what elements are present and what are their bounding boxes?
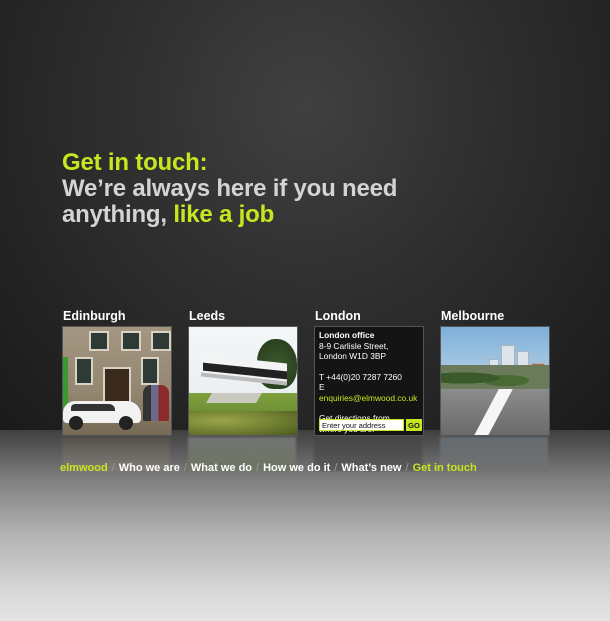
go-button[interactable]: GO — [406, 419, 422, 431]
nav-separator: / — [183, 462, 187, 474]
city-leeds: Leeds — [188, 309, 298, 471]
city-melbourne: Melbourne — [440, 309, 550, 471]
address-input[interactable] — [319, 419, 404, 431]
nav-separator: / — [405, 462, 409, 474]
city-edinburgh: Edinburgh — [62, 309, 172, 471]
city-london: London London office 8-9 Carlisle Street… — [314, 309, 424, 471]
edinburgh-office-photo[interactable] — [62, 326, 172, 436]
directions-form: GO — [319, 419, 422, 431]
city-title-london: London — [315, 309, 361, 323]
nav-separator: / — [256, 462, 260, 474]
headline-line-3-highlight: like a job — [173, 201, 275, 228]
london-office-card: London office 8-9 Carlisle Street, Londo… — [314, 326, 424, 436]
london-email-row: E enquiries@elmwood.co.uk — [319, 382, 420, 403]
london-address-line-1: 8-9 Carlisle Street, — [319, 340, 389, 351]
london-email-link[interactable]: enquiries@elmwood.co.uk — [319, 393, 417, 403]
nav-link-who-we-are[interactable]: Who we are — [119, 462, 180, 474]
nav-link-how-we-do-it[interactable]: How we do it — [263, 462, 330, 474]
headline-line-3-prefix: anything, — [62, 201, 174, 228]
nav-separator: / — [334, 462, 338, 474]
london-address-line-2: London W1D 3BP — [319, 351, 387, 361]
nav-separator: / — [111, 462, 115, 474]
city-title-melbourne: Melbourne — [441, 309, 505, 323]
london-office-title: London office — [319, 330, 375, 340]
leeds-office-photo[interactable] — [188, 326, 298, 436]
nav-link-get-in-touch[interactable]: Get in touch — [413, 462, 477, 474]
london-email-prefix: E — [319, 382, 325, 392]
city-title-leeds: Leeds — [189, 309, 226, 323]
london-phone: T +44(0)20 7287 7260 — [319, 371, 402, 382]
nav-link-what-we-do[interactable]: What we do — [191, 462, 252, 474]
headline-line-2: We’re always here if you need — [62, 175, 398, 202]
page-headline: Get in touch: We’re always here if you n… — [62, 150, 397, 228]
footer-nav: elmwood / Who we are / What we do / How we do … — [60, 462, 477, 474]
melbourne-office-photo[interactable] — [440, 326, 550, 436]
nav-link-elmwood[interactable]: elmwood — [60, 462, 108, 474]
city-title-edinburgh: Edinburgh — [63, 309, 126, 323]
nav-link-whats-new[interactable]: What’s new — [341, 462, 401, 474]
headline-line-1: Get in touch: — [62, 149, 208, 176]
